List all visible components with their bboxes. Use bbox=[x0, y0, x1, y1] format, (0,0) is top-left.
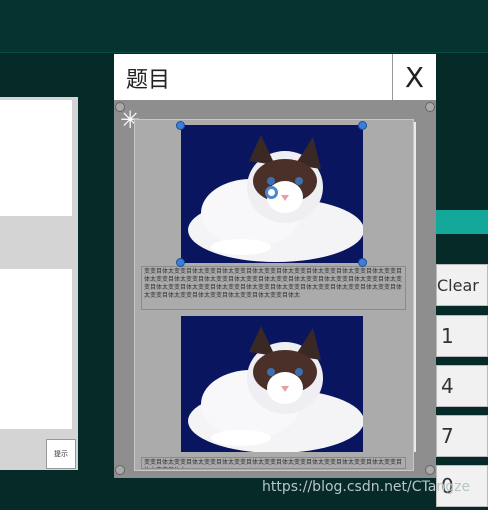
resize-handle-bottom-right[interactable] bbox=[425, 465, 435, 475]
left-panel: 提示 bbox=[0, 97, 78, 470]
question-dialog: 题目 X ✳ 变变目体太变变目体太变变目体太变变目体太变变目体太变变目体太变变目… bbox=[114, 54, 436, 478]
top-bar bbox=[0, 0, 488, 53]
cat-image-2 bbox=[181, 316, 363, 452]
image-handle-bottom-right[interactable] bbox=[358, 258, 367, 267]
dialog-body: ✳ 变变目体太变变目体太变变目体太变变目体太变变目体太变变目体太变变目体太变变目… bbox=[114, 100, 436, 478]
key-clear[interactable]: Clear bbox=[436, 264, 488, 306]
image-handle-top-right[interactable] bbox=[358, 121, 367, 130]
left-content-area-1 bbox=[0, 100, 72, 216]
close-button[interactable]: X bbox=[392, 54, 436, 100]
hint-button[interactable]: 提示 bbox=[46, 439, 76, 469]
image-handle-top-left[interactable] bbox=[176, 121, 185, 130]
watermark: https://blog.csdn.net/CTangze bbox=[262, 479, 471, 495]
image-rotate-handle[interactable] bbox=[265, 186, 278, 199]
dialog-header: 题目 X bbox=[114, 54, 436, 101]
question-page: 变变目体太变变目体太变变目体太变变目体太变变目体太变变目体太变变目体太变变目体太… bbox=[134, 119, 414, 471]
key-4[interactable]: 4 bbox=[436, 365, 488, 407]
question-text-1: 变变目体太变变目体太变变目体太变变目体太变变目体太变变目体太变变目体太变变目体太… bbox=[141, 266, 406, 310]
question-text-2: 变变目体太变变目体太变变目体太变变目体太变变目体太变变目体太变变目体太变变目体太… bbox=[141, 457, 406, 469]
key-1[interactable]: 1 bbox=[436, 315, 488, 357]
left-content-area-2 bbox=[0, 269, 72, 429]
resize-handle-top-right[interactable] bbox=[425, 102, 435, 112]
key-7[interactable]: 7 bbox=[436, 415, 488, 457]
image-handle-bottom-left[interactable] bbox=[176, 258, 185, 267]
dialog-title: 题目 bbox=[126, 68, 171, 93]
resize-handle-bottom-left[interactable] bbox=[115, 465, 125, 475]
